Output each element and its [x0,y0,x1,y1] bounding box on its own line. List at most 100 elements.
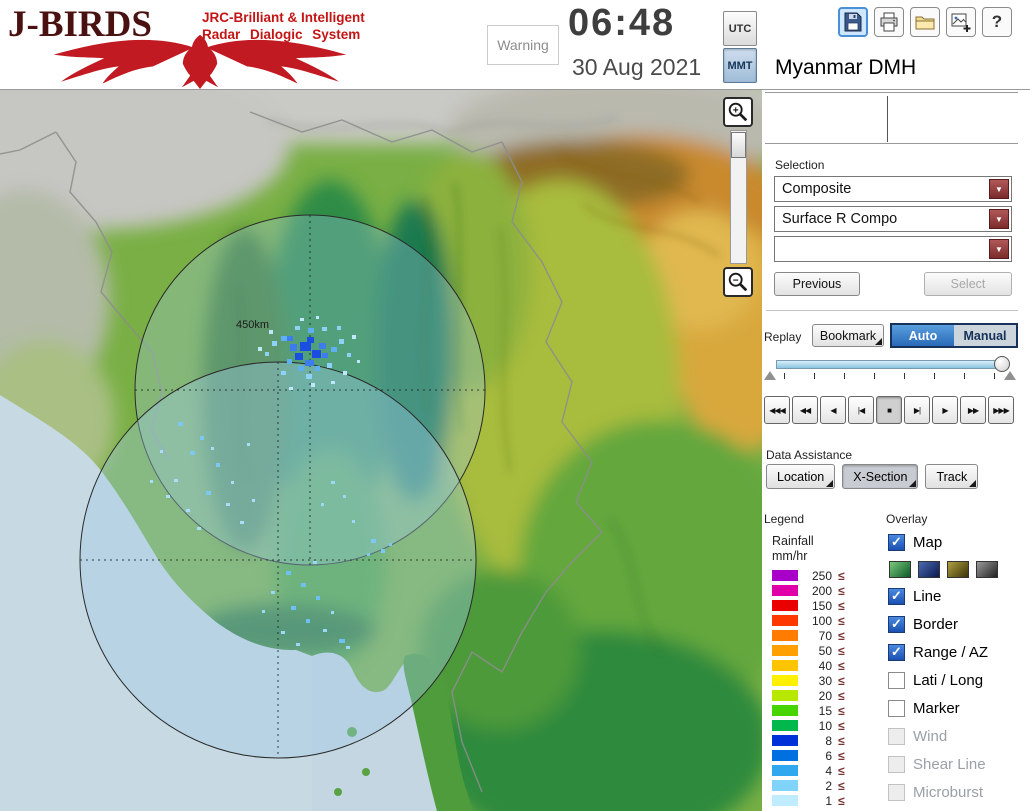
legend-lte-symbol: ≤ [838,689,845,703]
legend-lte-symbol: ≤ [838,644,845,658]
save-button[interactable] [838,7,868,37]
zoom-out-button[interactable]: − [723,267,753,297]
chevron-down-icon[interactable]: ▼ [989,209,1009,229]
slider-tick [814,373,815,379]
track-button[interactable]: Track [925,464,978,489]
utc-button[interactable]: UTC [723,11,757,46]
map-style-terrain-green-swatch[interactable] [889,561,911,578]
lati-long-checkbox[interactable] [888,672,905,689]
playback-forward-fast-button[interactable]: ▶▶▶ [988,396,1014,424]
overlay-row-microburst: Microburst [888,778,1028,806]
legend-lte-symbol: ≤ [838,584,845,598]
playback-forward-button[interactable]: ▶▶ [960,396,986,424]
legend-color-swatch [772,780,798,791]
line-checkbox[interactable]: ✓ [888,588,905,605]
bookmark-button[interactable]: Bookmark [812,324,884,347]
export-image-icon [949,10,973,34]
legend-color-swatch [772,615,798,626]
legend-row: 200≤ [772,583,845,598]
print-button[interactable] [874,7,904,37]
track-button-label: Track [936,470,967,484]
product-value: Surface R Compo [782,211,897,227]
map-style-olive-swatch[interactable] [947,561,969,578]
legend-lte-symbol: ≤ [838,749,845,763]
manual-mode-button[interactable]: Manual [954,325,1016,346]
legend-lte-symbol: ≤ [838,659,845,673]
overlay-row-lati-long: Lati / Long [888,666,1028,694]
product-combobox[interactable]: Surface R Compo ▼ [774,206,1012,232]
legend-unit-rainfall: Rainfall [772,534,814,548]
playback-rewind-button[interactable]: ◀◀ [792,396,818,424]
data-assistance-label: Data Assistance [766,448,852,462]
radar-map-viewport[interactable]: 450km + [0,90,762,811]
legend-color-swatch [772,585,798,596]
auto-mode-button[interactable]: Auto [892,325,954,346]
toolbar: ? [838,7,1012,37]
zoom-out-icon: − [726,270,750,294]
legend-row: 4≤ [772,763,845,778]
legend-value: 6 [802,749,832,763]
legend-color-swatch [772,645,798,656]
legend-row: 250≤ [772,568,845,583]
map-style-swatches [889,557,1028,581]
legend-value: 100 [802,614,832,628]
help-button[interactable]: ? [982,7,1012,37]
playback-step-forward-button[interactable]: ▶ [932,396,958,424]
select-button[interactable]: Select [924,272,1012,296]
slider-end-marker-icon [1004,371,1016,380]
overlay-item-label: Shear Line [913,756,986,773]
legend-value: 40 [802,659,832,673]
shear-line-checkbox [888,756,905,773]
time-slider[interactable] [764,356,1018,388]
submenu-corner-icon [826,480,833,487]
clock-time: 06:48 [568,2,675,45]
bird-logo-icon [26,33,374,89]
marker-checkbox[interactable] [888,700,905,717]
x-section-button[interactable]: X-Section [842,464,918,489]
overlay-row-marker: Marker [888,694,1028,722]
legend-lte-symbol: ≤ [838,599,845,613]
map-style-grayscale-swatch[interactable] [976,561,998,578]
map-style-ocean-blue-swatch[interactable] [918,561,940,578]
station-list-divider [887,96,888,142]
station-list-box[interactable] [765,92,1018,144]
time-slider-thumb[interactable] [994,356,1010,372]
product-group-combobox[interactable]: Composite ▼ [774,176,1012,202]
chevron-down-icon[interactable]: ▼ [989,179,1009,199]
legend-color-swatch [772,735,798,746]
location-button[interactable]: Location [766,464,835,489]
playback-stop-button[interactable]: ■ [876,396,902,424]
zoom-slider-thumb[interactable] [731,132,746,158]
product-group-value: Composite [782,181,851,197]
map-checkbox[interactable]: ✓ [888,534,905,551]
slider-start-marker-icon [764,371,776,380]
legend-value: 2 [802,779,832,793]
legend-lte-symbol: ≤ [838,794,845,808]
playback-step-back-button[interactable]: ◀ [820,396,846,424]
export-button[interactable] [946,7,976,37]
border-checkbox[interactable]: ✓ [888,616,905,633]
range-ring-label: 450km [236,319,269,331]
option-combobox[interactable]: ▼ [774,236,1012,262]
playback-rewind-fast-button[interactable]: ◀◀◀ [764,396,790,424]
legend-color-swatch [772,675,798,686]
mmt-button[interactable]: MMT [723,48,757,83]
playback-go-start-button[interactable]: |◀ [848,396,874,424]
zoom-in-button[interactable]: + [723,97,753,127]
overlay-item-label: Marker [913,700,960,717]
time-slider-track[interactable] [776,360,1004,369]
radar-map-image: 450km [0,90,762,811]
open-button[interactable] [910,7,940,37]
legend-value: 30 [802,674,832,688]
range-az-checkbox[interactable]: ✓ [888,644,905,661]
svg-text:−: − [733,275,739,286]
chevron-down-icon[interactable]: ▼ [989,239,1009,259]
legend-value: 20 [802,689,832,703]
previous-button[interactable]: Previous [774,272,860,296]
zoom-slider[interactable] [730,130,747,264]
legend-row: 10≤ [772,718,845,733]
bookmark-button-label: Bookmark [820,329,876,343]
legend-color-swatch [772,795,798,806]
legend-row: 15≤ [772,703,845,718]
playback-go-end-button[interactable]: ▶| [904,396,930,424]
